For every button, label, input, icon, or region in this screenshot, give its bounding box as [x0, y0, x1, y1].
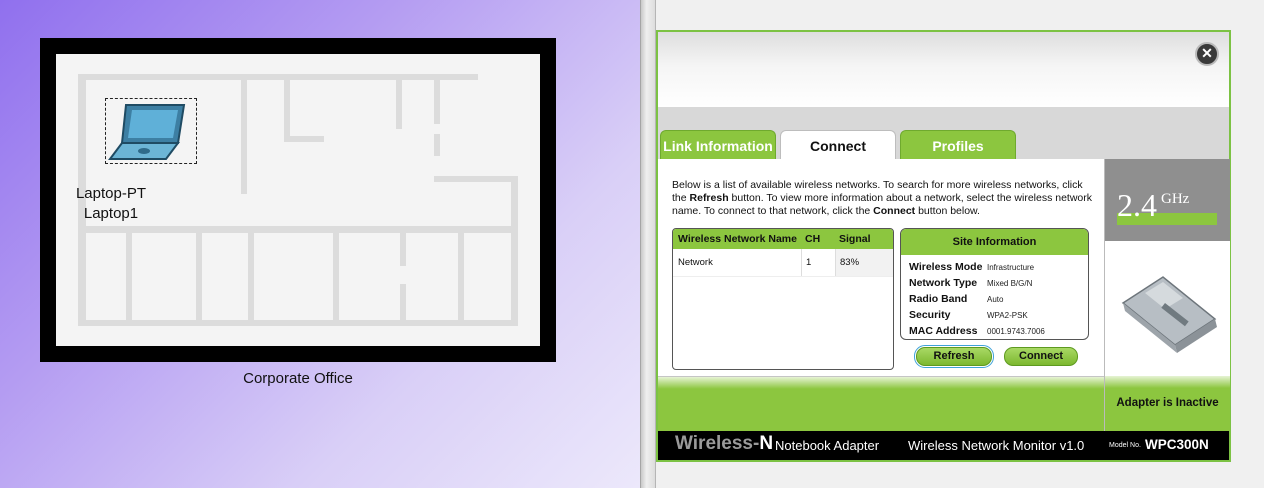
site-information-box: Site Information Wireless Mode Infrastru… — [900, 228, 1089, 340]
laptop-device[interactable] — [105, 98, 197, 164]
network-name: Network — [678, 257, 713, 268]
model-number-label: Model No. — [1109, 442, 1141, 449]
device-name-label: Laptop1 — [83, 205, 139, 222]
close-icon[interactable]: ✕ — [1195, 42, 1219, 66]
wireless-monitor-window: ✕ Link Information Connect Profiles Belo… — [656, 30, 1231, 462]
panel-divider[interactable] — [640, 0, 656, 488]
column-header-signal: Signal — [839, 233, 871, 245]
product-name: Notebook Adapter — [775, 438, 880, 453]
site-info-row: MAC Address 0001.9743.7006 — [909, 325, 1045, 337]
adapter-card-image — [1105, 241, 1230, 376]
tab-bar: Link Information Connect Profiles — [658, 107, 1229, 160]
pc-card-icon — [1121, 276, 1217, 353]
frequency-number: 2.4 — [1117, 187, 1157, 223]
monitor-version: Wireless Network Monitor v1.0 — [908, 438, 1085, 453]
connect-panel: Below is a list of available wireless ne… — [658, 159, 1104, 376]
frequency-badge: 2.4 GHz — [1105, 159, 1230, 241]
network-channel: 1 — [801, 249, 835, 276]
frequency-unit: GHz — [1161, 191, 1190, 207]
column-header-name: Wireless Network Name — [678, 233, 797, 245]
network-row[interactable]: Network 1 83% — [673, 249, 893, 277]
site-info-row: Wireless Mode Infrastructure — [909, 261, 1035, 273]
site-info-row: Network Type Mixed B/G/N — [909, 277, 1033, 289]
network-list: Wireless Network Name CH Signal Network … — [672, 228, 894, 370]
footer-bar: Wireless-N Notebook Adapter Wireless Net… — [658, 431, 1229, 460]
refresh-button[interactable]: Refresh — [914, 345, 994, 368]
app-header: ✕ — [658, 32, 1229, 107]
tab-connect[interactable]: Connect — [780, 130, 896, 160]
device-type-label: Laptop-PT — [75, 185, 147, 202]
column-header-ch: CH — [805, 233, 821, 245]
connect-button[interactable]: Connect — [1004, 347, 1078, 366]
laptop-icon — [108, 104, 186, 160]
site-information-title: Site Information — [901, 229, 1088, 255]
adapter-side-panel: 2.4 GHz Adapter is Inactive — [1104, 159, 1230, 431]
site-info-row: Security WPA2-PSK — [909, 309, 1028, 321]
tab-link-information[interactable]: Link Information — [660, 130, 776, 160]
model-number: WPC300N — [1145, 437, 1209, 452]
status-band — [658, 376, 1104, 431]
network-list-header: Wireless Network Name CH Signal — [673, 229, 893, 249]
instructions-text: Below is a list of available wireless ne… — [672, 179, 1093, 217]
brand-logo: Wireless-N — [675, 433, 774, 454]
workspace-panel: Laptop-PT Laptop1 Corporate Office — [0, 0, 640, 488]
tab-profiles[interactable]: Profiles — [900, 130, 1016, 160]
location-label: Corporate Office — [243, 370, 353, 387]
site-info-row: Radio Band Auto — [909, 293, 1004, 305]
network-signal: 83% — [835, 249, 893, 276]
adapter-status: Adapter is Inactive — [1105, 376, 1230, 431]
